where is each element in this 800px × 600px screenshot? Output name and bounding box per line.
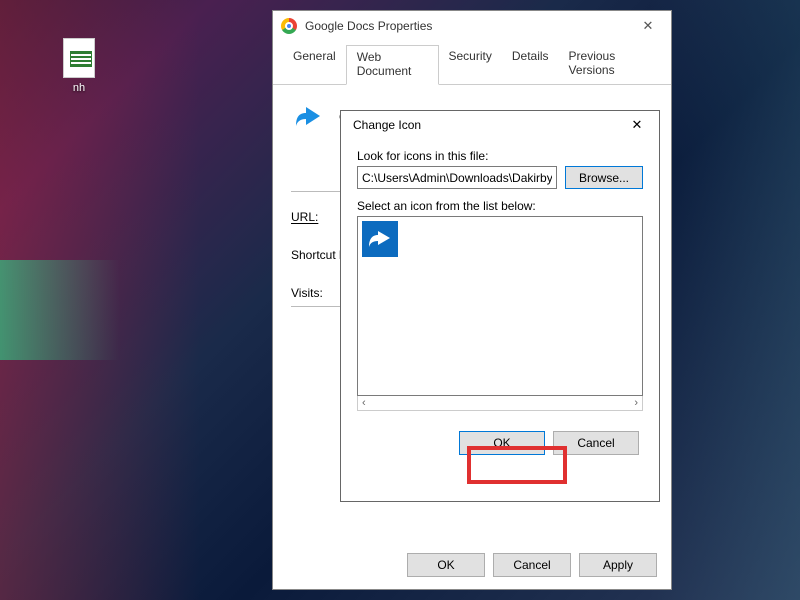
properties-apply-button[interactable]: Apply bbox=[579, 553, 657, 577]
share-arrow-icon[interactable] bbox=[362, 221, 398, 257]
icon-list-scrollbar[interactable]: ‹ › bbox=[357, 396, 643, 411]
tab-web-document[interactable]: Web Document bbox=[346, 45, 439, 85]
change-icon-cancel-button[interactable]: Cancel bbox=[553, 431, 639, 455]
share-arrow-icon bbox=[291, 99, 327, 135]
properties-cancel-button[interactable]: Cancel bbox=[493, 553, 571, 577]
scroll-right-icon[interactable]: › bbox=[634, 397, 638, 409]
close-icon[interactable]: ✕ bbox=[625, 117, 649, 133]
look-for-icons-label: Look for icons in this file: bbox=[357, 149, 643, 163]
change-icon-title: Change Icon bbox=[353, 118, 625, 132]
properties-button-row: OK Cancel Apply bbox=[407, 553, 657, 577]
tab-previous-versions[interactable]: Previous Versions bbox=[559, 45, 661, 84]
tab-general[interactable]: General bbox=[283, 45, 346, 84]
scroll-left-icon[interactable]: ‹ bbox=[362, 397, 366, 409]
select-icon-label: Select an icon from the list below: bbox=[357, 199, 643, 213]
desktop-file-icon[interactable]: nh bbox=[55, 38, 103, 94]
change-icon-titlebar[interactable]: Change Icon ✕ bbox=[341, 111, 659, 139]
tab-details[interactable]: Details bbox=[502, 45, 559, 84]
tab-security[interactable]: Security bbox=[439, 45, 502, 84]
browse-button[interactable]: Browse... bbox=[565, 166, 643, 189]
desktop-icon-label: nh bbox=[55, 82, 103, 94]
properties-titlebar[interactable]: Google Docs Properties ✕ bbox=[273, 11, 671, 41]
chrome-icon bbox=[281, 18, 297, 34]
close-icon[interactable]: ✕ bbox=[633, 18, 663, 34]
icon-list[interactable] bbox=[357, 216, 643, 396]
icon-path-input[interactable] bbox=[357, 166, 557, 189]
change-icon-ok-button[interactable]: OK bbox=[459, 431, 545, 455]
spreadsheet-file-icon bbox=[63, 38, 95, 78]
properties-tabs: General Web Document Security Details Pr… bbox=[273, 41, 671, 85]
properties-ok-button[interactable]: OK bbox=[407, 553, 485, 577]
properties-title: Google Docs Properties bbox=[305, 19, 633, 33]
change-icon-dialog: Change Icon ✕ Look for icons in this fil… bbox=[340, 110, 660, 502]
